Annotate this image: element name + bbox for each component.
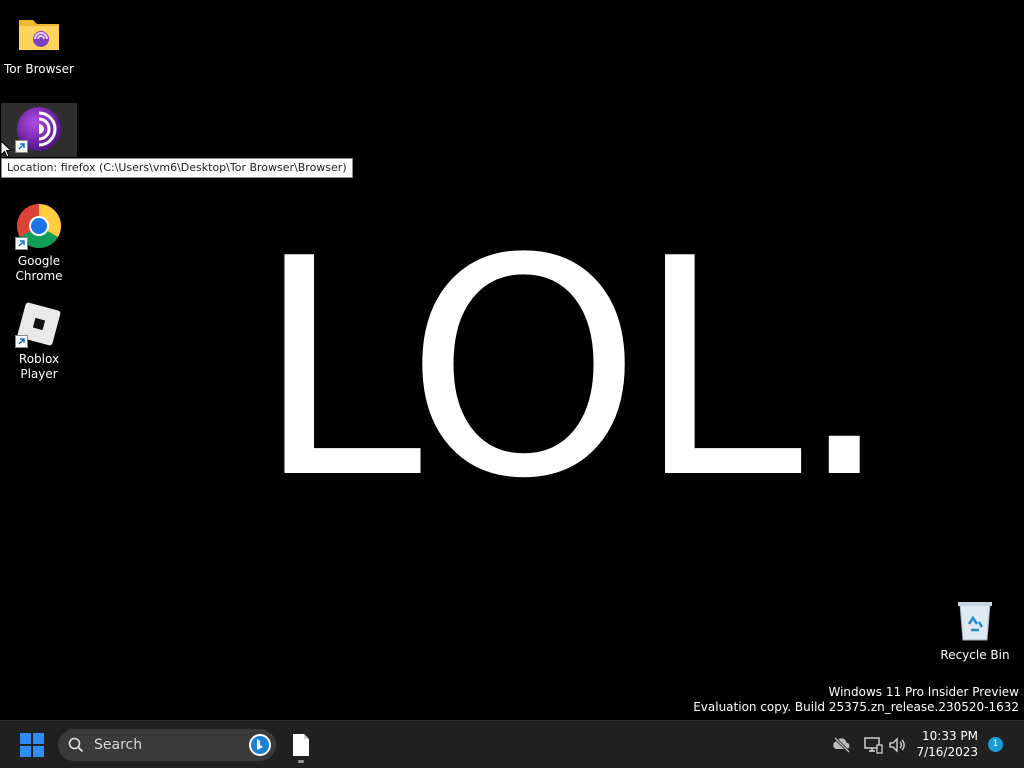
running-indicator [298,760,304,763]
roblox-icon [15,300,63,348]
folder-icon [15,10,63,58]
icon-label: Roblox Player [18,352,60,381]
icon-label: Tor Browser [3,62,74,76]
watermark-build: Evaluation copy. Build 25375.zn_release.… [693,700,1019,714]
start-button[interactable] [12,727,52,763]
taskbar-clock[interactable]: 10:33 PM 7/16/2023 [916,728,978,760]
search-icon [68,737,84,753]
clock-date: 7/16/2023 [916,745,978,759]
desktop-icon-roblox-player[interactable]: Roblox Player [1,300,77,382]
mouse-cursor-icon [0,139,13,162]
shortcut-arrow-icon [15,237,28,250]
wallpaper-text: LOL. [255,195,892,544]
desktop-icon-google-chrome[interactable]: Google Chrome [1,202,77,284]
shortcut-arrow-icon [15,140,28,153]
windows-logo-icon [20,733,44,757]
network-icon[interactable] [863,735,883,755]
volume-icon[interactable] [887,735,907,755]
search-label: Search [94,737,143,753]
file-icon [293,734,309,756]
tor-browser-icon [15,105,63,153]
icon-label: Recycle Bin [940,648,1010,662]
location-tooltip: Location: firefox (C:\Users\vm6\Desktop\… [1,158,353,178]
taskbar-search-box[interactable]: Search [58,729,276,761]
bing-chat-icon[interactable] [248,733,272,757]
desktop-icon-tor-browser-folder[interactable]: Tor Browser [1,10,77,77]
icon-label: Google Chrome [15,254,63,283]
shortcut-arrow-icon [15,335,28,348]
chrome-icon [15,202,63,250]
desktop-icon-recycle-bin[interactable]: Recycle Bin [937,596,1013,663]
desktop-icon-tor-browser-shortcut[interactable] [1,103,77,157]
onedrive-offline-icon[interactable] [832,735,852,755]
watermark-edition: Windows 11 Pro Insider Preview [828,685,1019,699]
windows-watermark: Windows 11 Pro Insider Preview Evaluatio… [693,685,1019,715]
desktop: Tor Browser Google Chrome Roblox Player … [0,0,1024,720]
recycle-bin-icon [951,596,999,644]
notification-badge[interactable]: 1 [988,737,1003,752]
clock-time: 10:33 PM [922,729,978,743]
taskbar-app-file[interactable] [286,727,316,763]
taskbar: Search 10:33 PM 7/16/2023 1 [0,720,1024,768]
